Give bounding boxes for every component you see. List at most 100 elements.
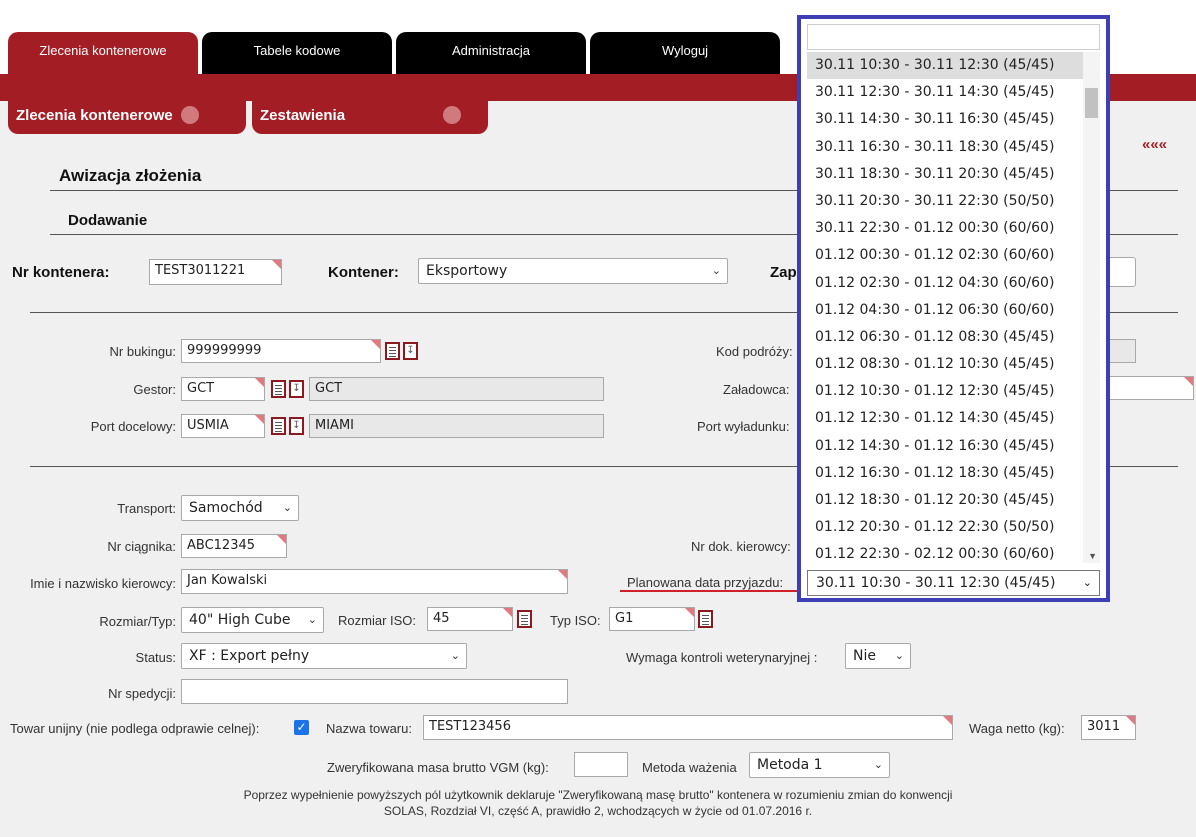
chevron-down-icon: ⌄ — [894, 649, 904, 662]
dropdown-option[interactable]: 30.11 12:30 - 30.11 14:30 (45/45) — [807, 79, 1100, 106]
kontener-label: Kontener: — [328, 264, 399, 281]
chevron-down-icon: ⌄ — [711, 264, 721, 277]
document-icon[interactable] — [385, 342, 400, 360]
required-underline — [620, 590, 802, 592]
dropdown-option[interactable]: 01.12 22:30 - 02.12 00:30 (60/60) — [807, 541, 1100, 563]
port-name-field: MIAMI — [309, 414, 604, 438]
rozmiar-iso-label: Rozmiar ISO: — [338, 613, 417, 628]
tab-administracja[interactable]: Administracja — [396, 32, 586, 74]
disclaimer-line-2: SOLAS, Rozdział VI, część A, prawidło 2,… — [383, 804, 813, 818]
nr-ciagnika-input[interactable]: ABC12345 — [181, 534, 287, 558]
dropdown-option[interactable]: 01.12 16:30 - 01.12 18:30 (45/45) — [807, 460, 1100, 487]
kierowca-input[interactable]: Jan Kowalski — [181, 569, 568, 594]
document-icon[interactable] — [698, 610, 713, 628]
tab-wyloguj[interactable]: Wyloguj — [590, 32, 780, 74]
nazwa-towaru-input[interactable]: TEST123456 — [423, 715, 953, 740]
dropdown-option[interactable]: 01.12 06:30 - 01.12 08:30 (45/45) — [807, 324, 1100, 351]
metoda-wazenia-select[interactable]: Metoda 1 ⌄ — [749, 752, 890, 778]
nr-bukingu-input[interactable]: 999999999 — [181, 339, 381, 363]
nr-spedycji-label: Nr spedycji: — [108, 686, 176, 701]
nr-dok-kierowcy-label: Nr dok. kierowcy: — [691, 539, 791, 554]
gestor-code-input[interactable]: GCT — [181, 377, 265, 401]
chevron-down-icon: ⌄ — [450, 649, 460, 662]
dropdown-option[interactable]: 01.12 08:30 - 01.12 10:30 (45/45) — [807, 351, 1100, 378]
dropdown-option[interactable]: 01.12 14:30 - 01.12 16:30 (45/45) — [807, 433, 1100, 460]
dropdown-option[interactable]: 01.12 00:30 - 01.12 02:30 (60/60) — [807, 242, 1100, 269]
dropdown-option[interactable]: 01.12 12:30 - 01.12 14:30 (45/45) — [807, 405, 1100, 432]
transport-select[interactable]: Samochód ⌄ — [181, 495, 299, 521]
dropdown-option[interactable]: 30.11 20:30 - 30.11 22:30 (50/50) — [807, 188, 1100, 215]
subtab-label: Zlecenia kontenerowe — [16, 107, 173, 124]
zaladowca-input[interactable] — [1100, 376, 1194, 400]
dropdown-option[interactable]: 01.12 04:30 - 01.12 06:30 (60/60) — [807, 297, 1100, 324]
dropdown-option[interactable]: 30.11 10:30 - 30.11 12:30 (45/45) — [807, 52, 1100, 80]
planowana-data-value: 30.11 10:30 - 30.11 12:30 (45/45) — [816, 575, 1056, 591]
subtab-zestawienia[interactable]: Zestawienia — [252, 101, 488, 134]
zaladowca-label: Załadowca: — [723, 382, 790, 397]
subtab-zlecenia-kontenerowe[interactable]: Zlecenia kontenerowe — [8, 101, 246, 134]
chevron-down-icon: ⌄ — [307, 613, 317, 626]
status-value: XF : Export pełny — [189, 648, 310, 664]
dropdown-option[interactable]: 01.12 10:30 - 01.12 12:30 (45/45) — [807, 378, 1100, 405]
transport-value: Samochód — [189, 500, 263, 516]
chevron-down-icon: ⌄ — [1082, 576, 1092, 589]
typ-iso-input[interactable]: G1 — [609, 607, 695, 631]
nr-spedycji-input[interactable] — [181, 679, 568, 704]
download-icon[interactable]: ↧ — [289, 380, 304, 398]
dropdown-option[interactable]: 30.11 22:30 - 01.12 00:30 (60/60) — [807, 215, 1100, 242]
weterynaria-select[interactable]: Nie ⌄ — [845, 643, 911, 669]
scroll-down-icon[interactable]: ▼ — [1088, 551, 1097, 561]
port-wyladunku-label: Port wyładunku: — [697, 419, 790, 434]
dropdown-option[interactable]: 30.11 18:30 - 30.11 20:30 (45/45) — [807, 161, 1100, 188]
zap-label: Zap — [770, 264, 797, 281]
gestor-label: Gestor: — [133, 382, 176, 397]
port-code-input[interactable]: USMIA — [181, 414, 265, 438]
tab-tabele-kodowe[interactable]: Tabele kodowe — [202, 32, 392, 74]
dropdown-option[interactable]: 30.11 14:30 - 30.11 16:30 (45/45) — [807, 106, 1100, 133]
document-icon[interactable] — [271, 380, 286, 398]
transport-label: Transport: — [117, 501, 176, 516]
tab-zlecenia-kontenerowe[interactable]: Zlecenia kontenerowe — [8, 32, 198, 74]
download-icon[interactable]: ↧ — [289, 417, 304, 435]
rozmiar-iso-input[interactable]: 45 — [427, 607, 513, 631]
subtab-label: Zestawienia — [260, 107, 346, 124]
dropdown-option[interactable]: 01.12 20:30 - 01.12 22:30 (50/50) — [807, 514, 1100, 541]
vgm-input[interactable] — [574, 752, 628, 777]
metoda-wazenia-label: Metoda ważenia — [642, 760, 737, 775]
chevron-down-icon: ⌄ — [282, 501, 292, 514]
vgm-label: Zweryfikowana masa brutto VGM (kg): — [327, 760, 549, 775]
page-title: Awizacja złożenia — [59, 166, 202, 185]
waga-netto-input[interactable]: 3011 — [1081, 715, 1136, 740]
download-icon[interactable]: ↧ — [403, 342, 418, 360]
kod-podrozy-label: Kod podróży: — [716, 344, 793, 359]
gestor-name-field: GCT — [309, 377, 604, 401]
rozmiar-value: 40" High Cube — [189, 612, 291, 628]
disclaimer-line-1: Poprzez wypełnienie powyższych pól użytk… — [243, 788, 953, 802]
kontener-select[interactable]: Eksportowy ⌄ — [418, 258, 728, 284]
port-docelowy-label: Port docelowy: — [90, 419, 176, 434]
nr-kontenera-input[interactable]: TEST3011221 — [149, 259, 282, 285]
scrollbar[interactable]: ▲ ▼ — [1083, 52, 1100, 563]
status-label: Status: — [135, 650, 176, 665]
scrollbar-thumb[interactable] — [1085, 88, 1098, 118]
towar-unijny-label: Towar unijny (nie podlega odprawie celne… — [10, 721, 260, 736]
nazwa-towaru-label: Nazwa towaru: — [326, 721, 412, 736]
planowana-data-options-list[interactable]: 30.11 10:30 - 30.11 12:30 (45/45) 30.11 1… — [807, 52, 1100, 563]
status-select[interactable]: XF : Export pełny ⌄ — [181, 643, 467, 669]
expand-icon[interactable] — [443, 106, 462, 125]
weterynaria-label: Wymaga kontroli weterynaryjnej : — [626, 650, 818, 665]
dropdown-option[interactable]: 30.11 16:30 - 30.11 18:30 (45/45) — [807, 134, 1100, 161]
collapse-panel-icon[interactable]: ««« — [1142, 136, 1167, 153]
rozmiar-typ-select[interactable]: 40" High Cube ⌄ — [181, 607, 324, 633]
towar-unijny-checkbox[interactable]: ✓ — [294, 720, 309, 735]
document-icon[interactable] — [271, 417, 286, 435]
nr-bukingu-label: Nr bukingu: — [109, 344, 176, 359]
dropdown-option[interactable]: 01.12 18:30 - 01.12 20:30 (45/45) — [807, 487, 1100, 514]
document-icon[interactable] — [517, 610, 532, 628]
weterynaria-value: Nie — [853, 648, 876, 664]
dropdown-option[interactable]: 01.12 02:30 - 01.12 04:30 (60/60) — [807, 270, 1100, 297]
planowana-data-select[interactable]: 30.11 10:30 - 30.11 12:30 (45/45) ⌄ — [807, 570, 1100, 596]
dropdown-search-field[interactable] — [807, 24, 1100, 50]
expand-icon[interactable] — [180, 106, 199, 125]
metoda-value: Metoda 1 — [757, 757, 823, 773]
